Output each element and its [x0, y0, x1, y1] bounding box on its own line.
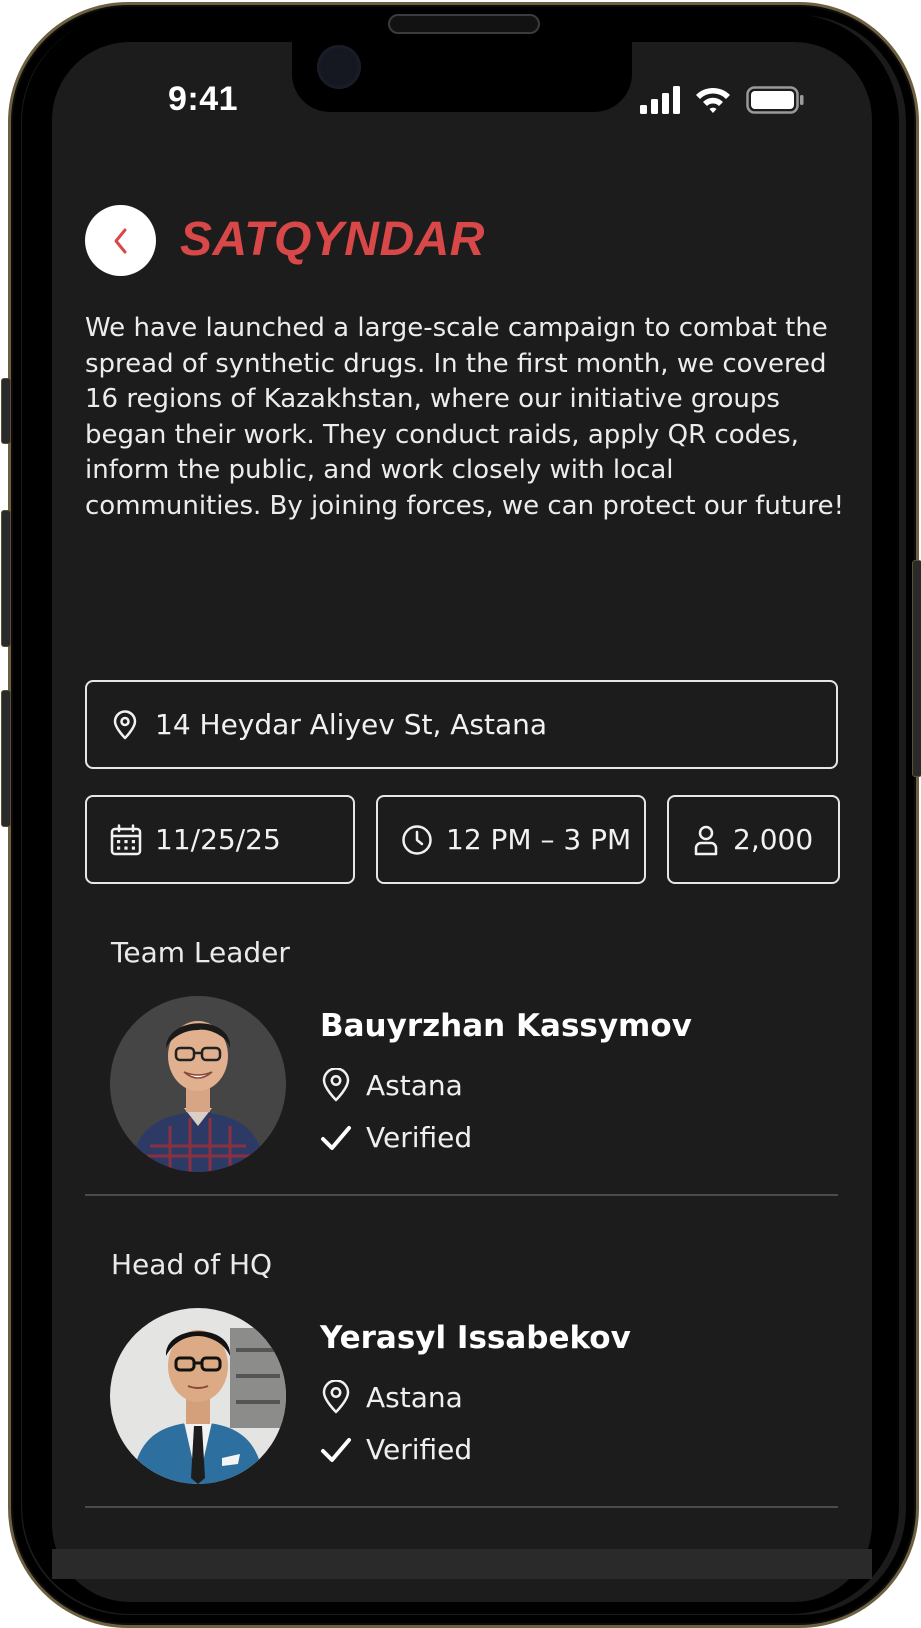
chevron-left-icon	[114, 228, 126, 253]
location-pin-icon	[322, 1380, 350, 1414]
clock-icon	[402, 824, 432, 855]
avatar[interactable]	[110, 996, 286, 1172]
user-icon	[694, 825, 718, 855]
status-time: 9:41	[168, 80, 239, 118]
verified-status: Verified	[366, 1121, 473, 1154]
battery-icon	[746, 86, 804, 114]
person-city: Astana	[366, 1380, 463, 1414]
back-button[interactable]	[85, 205, 156, 276]
location-pin-icon	[322, 1068, 350, 1102]
volume-up-button	[1, 510, 11, 647]
participants-count: 2,000	[733, 823, 814, 856]
divider	[85, 1506, 838, 1508]
checkmark-icon	[321, 1437, 351, 1462]
wifi-icon	[696, 87, 730, 113]
person-city: Astana	[366, 1068, 463, 1102]
participants-box: 2,000	[667, 795, 840, 884]
event-address: 14 Heydar Aliyev St, Astana	[155, 708, 548, 741]
cellular-signal-icon	[640, 86, 680, 114]
address-box: 14 Heydar Aliyev St, Astana	[85, 680, 838, 769]
calendar-icon	[110, 823, 142, 855]
divider	[85, 1194, 838, 1196]
silent-switch	[1, 378, 11, 444]
front-camera	[317, 45, 361, 89]
event-date: 11/25/25	[155, 823, 281, 856]
person-location: Astana	[320, 1068, 463, 1102]
status-icons	[640, 86, 804, 114]
person-verified: Verified	[320, 1433, 472, 1466]
location-pin-icon	[113, 709, 137, 739]
person-verified: Verified	[320, 1121, 472, 1154]
avatar[interactable]	[110, 1308, 286, 1484]
role-label: Team Leader	[111, 936, 290, 969]
role-label: Head of HQ	[111, 1248, 273, 1281]
power-button	[912, 560, 921, 777]
date-box: 11/25/25	[85, 795, 355, 884]
time-box: 12 PM – 3 PM	[376, 795, 646, 884]
person-name: Yerasyl Issabekov	[320, 1320, 631, 1356]
campaign-description: We have launched a large-scale campaign …	[85, 313, 845, 521]
volume-down-button	[1, 690, 11, 827]
event-time: 12 PM – 3 PM	[446, 823, 632, 856]
page-title: SATQYNDAR	[180, 213, 485, 266]
speaker-grille	[388, 14, 540, 34]
person-location: Astana	[320, 1380, 463, 1414]
verified-status: Verified	[366, 1433, 473, 1466]
person-name: Bauyrzhan Kassymov	[320, 1008, 692, 1044]
bottom-panel	[52, 1549, 872, 1579]
checkmark-icon	[321, 1125, 351, 1150]
